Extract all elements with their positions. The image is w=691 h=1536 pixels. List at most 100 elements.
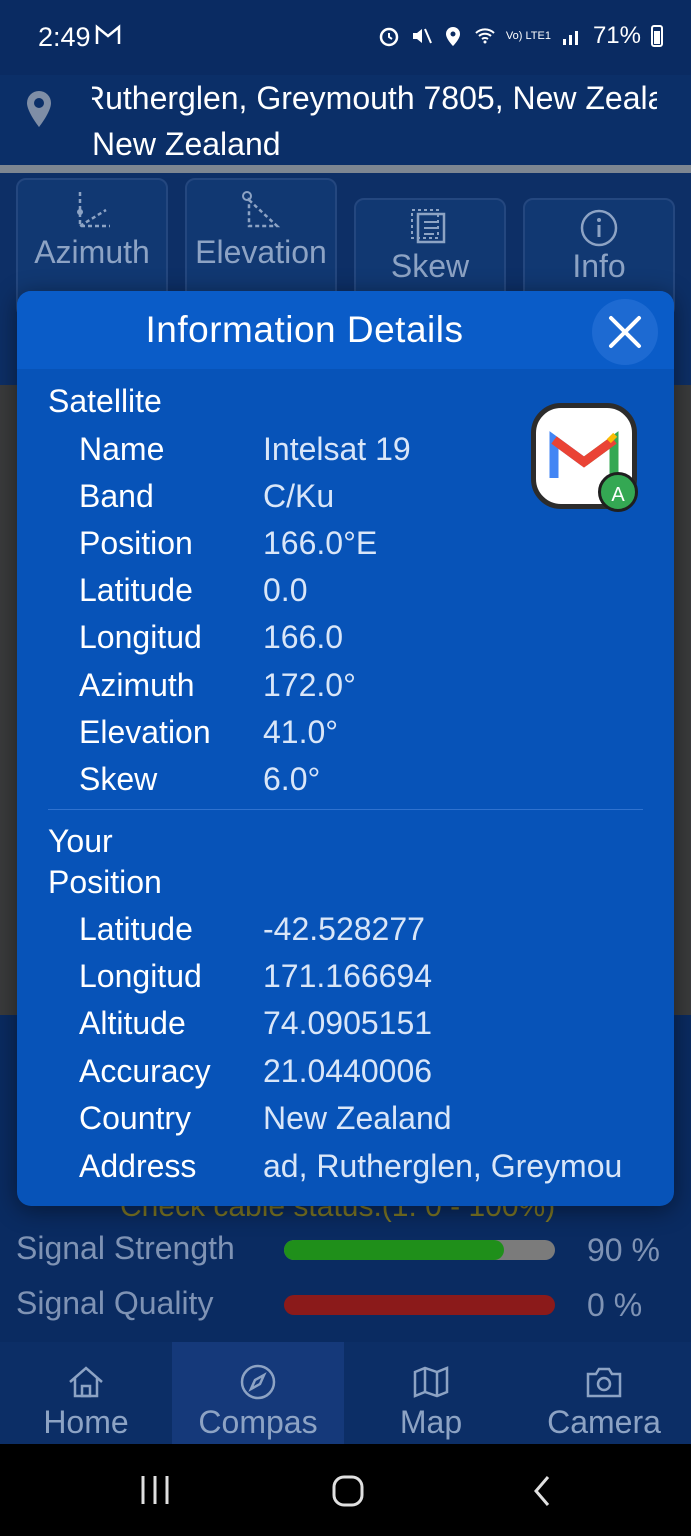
location-address: Rutherglen, Greymouth 7805, New Zealand … [92,75,657,167]
nav-home[interactable]: Home [0,1342,172,1444]
compass-icon [240,1364,276,1400]
row-label: Latitude [79,911,193,947]
home-icon [69,1366,103,1398]
system-navigation-bar [0,1444,691,1536]
gmail-chat-bubble[interactable]: A [531,403,638,512]
tab-info-label: Info [572,248,626,284]
satellite-section-title: Satellite [48,383,162,419]
divider [0,165,691,173]
row-label: Elevation [79,714,211,750]
account-avatar: A [598,472,638,512]
signal-bars-icon [562,31,578,45]
row-value: 21.0440006 [263,1053,433,1089]
back-icon[interactable] [530,1474,556,1508]
tab-azimuth-label: Azimuth [34,234,150,270]
row-label: Name [79,431,165,467]
row-label: Skew [79,761,158,797]
row-value: 74.0905151 [263,1005,433,1041]
satellite-row: Azimuth 172.0° [17,667,674,714]
information-details-dialog: Information Details Satellite Name Intels… [17,291,674,1206]
position-row: Country New Zealand [17,1100,674,1147]
location-bar[interactable]: Rutherglen, Greymouth 7805, New Zealand … [0,75,691,165]
row-value: ad, Rutherglen, Greymou [263,1148,623,1184]
row-label: Accuracy [79,1053,211,1089]
row-value: -42.528277 [263,911,425,947]
nav-camera[interactable]: Camera [518,1342,690,1444]
network-label: Vo) LTE1 [505,29,551,42]
row-label: Longitud [79,958,202,994]
satellite-row: Position 166.0°E [17,525,674,572]
row-value: 6.0° [263,761,321,797]
position-row: Latitude -42.528277 [17,911,674,958]
row-label: Latitude [79,572,193,608]
row-label: Longitud [79,619,202,655]
alarm-icon [379,27,399,47]
satellite-row: Longitud 166.0 [17,619,674,666]
signal-strength-label: Signal Strength [16,1230,235,1266]
status-bar: 2:49 Vo) LTE1 71% [0,0,691,75]
signal-quality-label: Signal Quality [16,1285,214,1321]
nav-compass[interactable]: Compas [172,1342,344,1444]
tab-elevation-label: Elevation [195,234,327,270]
section-divider [48,809,643,810]
battery-percent: 71% [592,22,641,49]
satellite-row: Elevation 41.0° [17,714,674,761]
nav-map-label: Map [399,1404,463,1440]
position-title-line2: Position [48,864,162,900]
row-value: 41.0° [263,714,339,750]
row-label: Altitude [79,1005,186,1041]
row-value: New Zealand [263,1100,452,1136]
position-title-line1: Your [48,823,113,859]
nav-compass-label: Compas [198,1404,318,1440]
row-value: 166.0 [263,619,344,655]
signal-quality-track [284,1295,555,1315]
camera-icon [586,1367,622,1398]
elevation-icon [242,191,281,228]
battery-icon [651,25,663,47]
close-button[interactable] [592,299,658,365]
position-row: Address ad, Rutherglen, Greymou [17,1148,674,1195]
row-label: Azimuth [79,667,195,703]
info-icon [580,209,618,247]
nav-home-label: Home [43,1404,129,1440]
satellite-row: Skew 6.0° [17,761,674,808]
address-line-2: New Zealand [92,126,281,162]
location-pin-icon [24,89,54,134]
row-value: 171.166694 [263,958,433,994]
position-row: Altitude 74.0905151 [17,1005,674,1052]
address-line-1: Rutherglen, Greymouth 7805, New Zealand [92,80,657,116]
row-value: 0.0 [263,572,308,608]
row-label: Position [79,525,193,561]
row-value: 166.0°E [263,525,378,561]
row-label: Address [79,1148,197,1184]
status-time: 2:49 [38,22,91,52]
recent-apps-icon[interactable] [138,1474,172,1506]
nav-camera-label: Camera [547,1404,661,1440]
position-row: Accuracy 21.0440006 [17,1053,674,1100]
signal-strength-value: 90 % [587,1232,660,1268]
position-row: Longitud 171.166694 [17,958,674,1005]
signal-strength-fill [284,1240,504,1260]
home-button-icon[interactable] [331,1474,365,1508]
mute-icon [412,28,432,44]
close-icon [609,316,641,348]
azimuth-icon [77,192,110,228]
location-icon [445,27,460,46]
dialog-header: Information Details [17,291,674,369]
signal-strength-track [284,1240,555,1260]
row-label: Country [79,1100,192,1136]
map-icon [413,1366,449,1398]
satellite-row: Latitude 0.0 [17,572,674,619]
wifi-icon [475,28,495,44]
gmail-notification-icon [95,24,121,51]
row-label: Band [79,478,154,514]
row-value: 172.0° [263,667,356,703]
dialog-title: Information Details [145,309,464,350]
bottom-navigation: Home Compas Map Camera [0,1342,691,1444]
skew-icon [411,209,446,244]
nav-map[interactable]: Map [345,1342,517,1444]
position-section-title: Your Position [48,821,162,903]
signal-quality-value: 0 % [587,1287,643,1323]
tab-skew-label: Skew [390,248,470,284]
status-icons: Vo) LTE1 71% [378,22,663,50]
